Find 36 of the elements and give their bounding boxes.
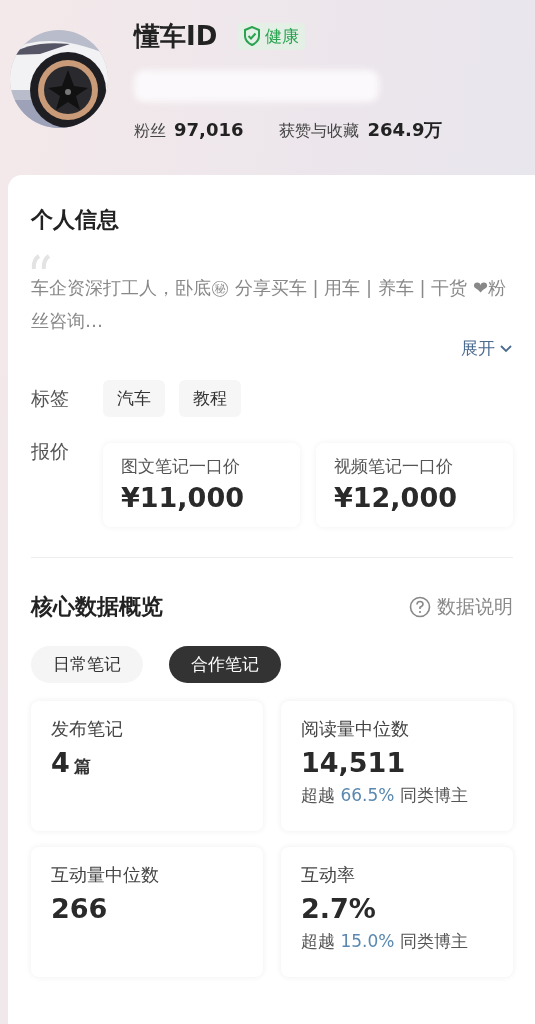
price-label: 图文笔记一口价 [121,455,241,478]
data-help-link[interactable]: 数据说明 [409,594,513,620]
field-label: 标签 [31,386,70,411]
section-title: 个人信息 [31,206,120,234]
health-badge: 健康 [237,22,306,50]
stat-value: 264.9万 [367,118,443,142]
field-label: 报价 [31,439,70,464]
stat-label: 互动量中位数 [51,863,160,887]
account-name: 懂车ID [134,19,218,53]
stat-label: 互动率 [301,863,356,887]
stat-label: 粉丝 [134,121,166,142]
tag-chip: 教程 [179,380,241,417]
shield-check-icon [243,26,262,46]
section-title: 核心数据概览 [31,593,163,621]
notes-tab[interactable]: 合作笔记 [169,646,281,683]
stat-value: 4 [51,747,70,778]
stat-label: 阅读量中位数 [301,717,410,741]
stat-value: 97,016 [174,119,244,140]
chevron-down-icon [499,343,513,354]
comparison-text: 超越 66.5% 同类博主 [301,784,469,807]
price-label: 视频笔记一口价 [334,455,454,478]
price-value: ¥12,000 [334,482,458,513]
bio-text: 车企资深打工人，卧底㊙ 分享买车 | 用车 | 养车 | 干货 ❤粉丝咨询… [31,276,508,333]
stat-value: 14,511 [301,747,406,778]
stat-label: 获赞与收藏 [279,121,360,142]
stat-value: 2.7% [301,893,376,924]
notes-tab[interactable]: 日常笔记 [31,646,143,683]
expand-link[interactable]: 展开 [461,337,513,360]
comparison-text: 超越 15.0% 同类博主 [301,930,469,953]
help-icon [409,596,431,618]
stat-unit: 篇 [73,755,91,778]
stat-value: 266 [51,893,108,924]
price-value: ¥11,000 [121,482,245,513]
quote-mark-icon [31,253,53,271]
stat-label: 发布笔记 [51,717,124,741]
tag-chip: 汽车 [103,380,165,417]
